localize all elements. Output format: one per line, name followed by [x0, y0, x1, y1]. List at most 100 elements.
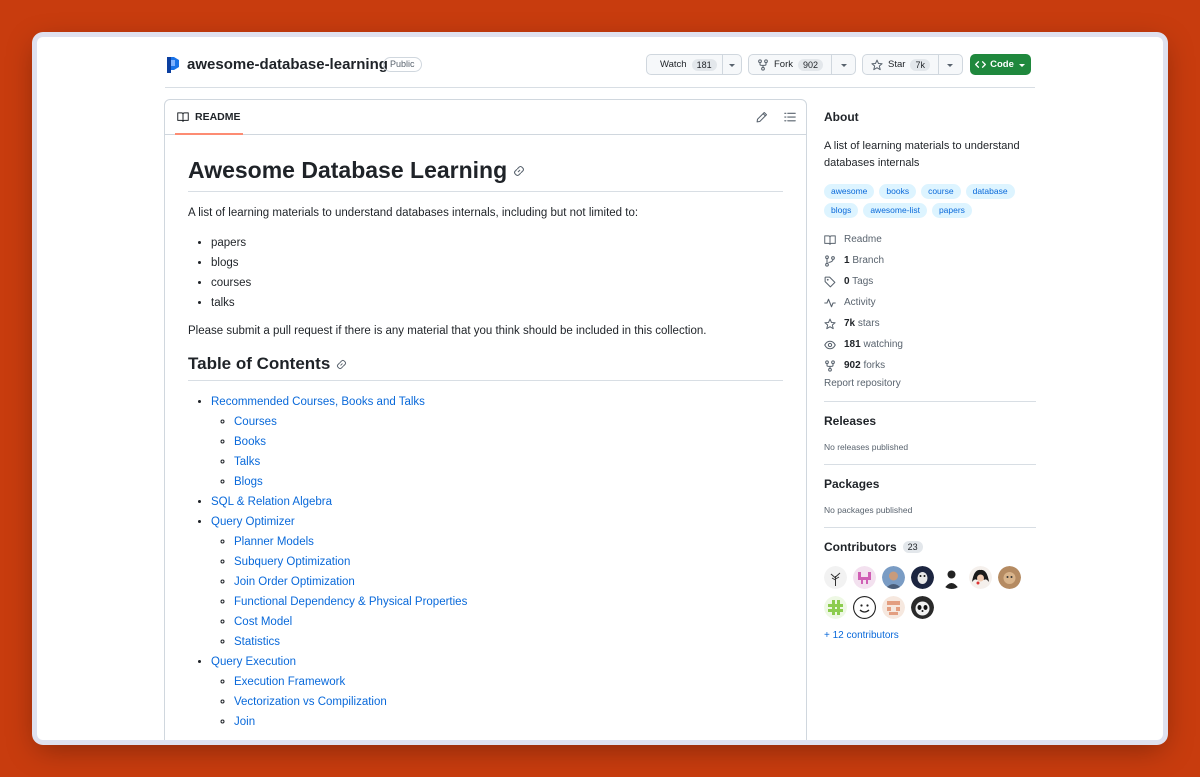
toc-subitem: Statistics: [234, 632, 783, 652]
caret-down-icon: [729, 63, 735, 67]
stat-value: 181: [844, 339, 861, 350]
toc-link[interactable]: Join: [234, 716, 255, 728]
toc-link[interactable]: Recommended Courses, Books and Talks: [211, 396, 425, 408]
stat-tags[interactable]: 0 Tags: [824, 271, 1036, 292]
divider: [824, 401, 1036, 402]
stat-watching[interactable]: 181 watching: [824, 334, 1036, 355]
book-icon: [824, 234, 836, 245]
star-button[interactable]: Star 7k: [862, 54, 963, 75]
code-button[interactable]: Code: [970, 54, 1031, 75]
stat-value: 902: [844, 360, 861, 371]
eye-icon: [824, 340, 836, 349]
stat-activity[interactable]: Activity: [824, 292, 1036, 313]
toc-link[interactable]: Vectorization vs Compilization: [234, 696, 387, 708]
avatar[interactable]: [911, 566, 934, 589]
toc-heading: Table of Contents: [188, 354, 783, 381]
caret-down-icon: [947, 63, 954, 67]
repo-logo-icon: [167, 57, 179, 73]
watch-button[interactable]: Watch 181: [646, 54, 742, 75]
readme-content: Awesome Database Learning A list of lear…: [188, 157, 783, 732]
toc-subitem: Functional Dependency & Physical Propert…: [234, 592, 783, 612]
readme-intro: A list of learning materials to understa…: [188, 207, 639, 219]
topic-tag[interactable]: awesome-list: [863, 203, 927, 218]
toc-link[interactable]: Cost Model: [234, 616, 292, 628]
list-item: courses: [211, 273, 783, 293]
star-icon: [871, 59, 883, 70]
topic-tag[interactable]: blogs: [824, 203, 859, 218]
report-repository-link[interactable]: Report repository: [824, 378, 1036, 389]
toc-item: SQL & Relation Algebra: [211, 492, 783, 512]
stat-forks[interactable]: 902 forks: [824, 355, 1036, 376]
avatar[interactable]: [911, 596, 934, 619]
toc-subitem: Vectorization vs Compilization: [234, 692, 783, 712]
browser-window: awesome-database-learning Public Watch 1…: [37, 37, 1163, 740]
topic-tag[interactable]: papers: [931, 203, 972, 218]
pencil-icon[interactable]: [756, 111, 768, 123]
releases-note: No releases published: [824, 442, 909, 452]
avatar[interactable]: [998, 566, 1021, 589]
stat-value: 0: [844, 276, 850, 287]
toc-link[interactable]: Courses: [234, 416, 277, 428]
topic-tag[interactable]: awesome: [824, 184, 875, 199]
list-item: talks: [211, 293, 783, 313]
submit-note: Please submit a pull request if there is…: [188, 325, 707, 337]
repo-stats: Readme 1 Branch 0 Tags Activity 7k stars…: [824, 229, 1036, 376]
tab-readme[interactable]: README: [175, 100, 243, 135]
topic-tag[interactable]: database: [965, 184, 1015, 199]
toc-link[interactable]: Planner Models: [234, 536, 314, 548]
avatar[interactable]: [882, 566, 905, 589]
avatar[interactable]: [824, 596, 847, 619]
readme-title: Awesome Database Learning: [188, 157, 783, 192]
stat-branches[interactable]: 1 Branch: [824, 250, 1036, 271]
repo-name-link[interactable]: awesome-database-learning: [187, 56, 388, 73]
toc-link[interactable]: Blogs: [234, 476, 263, 488]
toc-link[interactable]: Join Order Optimization: [234, 576, 355, 588]
toc-item: Query Execution Execution Framework Vect…: [211, 652, 783, 732]
contributors-heading[interactable]: Contributors 23: [824, 540, 1036, 554]
avatar[interactable]: [882, 596, 905, 619]
toc-link[interactable]: Functional Dependency & Physical Propert…: [234, 596, 467, 608]
avatar[interactable]: [940, 566, 963, 589]
more-contributors-link[interactable]: + 12 contributors: [824, 630, 1036, 641]
book-icon: [177, 111, 189, 122]
toc-link[interactable]: Query Execution: [211, 656, 296, 668]
avatar[interactable]: [824, 566, 847, 589]
watch-dropdown[interactable]: [723, 55, 741, 74]
visibility-badge: Public: [383, 57, 422, 72]
toc-link[interactable]: Subquery Optimization: [234, 556, 350, 568]
anchor-link-icon[interactable]: [336, 359, 347, 370]
stat-text: Readme: [844, 234, 882, 245]
fork-button[interactable]: Fork 902: [748, 54, 856, 75]
toc-link[interactable]: Statistics: [234, 636, 280, 648]
stat-stars[interactable]: 7k stars: [824, 313, 1036, 334]
toc-link[interactable]: Talks: [234, 456, 260, 468]
topic-tag[interactable]: course: [921, 184, 961, 199]
contributor-avatars: [824, 566, 1024, 619]
toc-subitem: Subquery Optimization: [234, 552, 783, 572]
toc-link[interactable]: Books: [234, 436, 266, 448]
packages-heading[interactable]: Packages: [824, 477, 1036, 491]
avatar[interactable]: [969, 566, 992, 589]
anchor-link-icon[interactable]: [513, 165, 525, 177]
topic-tag[interactable]: books: [879, 184, 917, 199]
toc-subitem: Planner Models: [234, 532, 783, 552]
stat-text: Activity: [844, 297, 876, 308]
branch-icon: [825, 254, 835, 267]
toc-heading-text: Table of Contents: [188, 354, 331, 373]
stat-readme[interactable]: Readme: [824, 229, 1036, 250]
star-dropdown[interactable]: [939, 55, 962, 74]
avatar[interactable]: [853, 596, 876, 619]
avatar[interactable]: [853, 566, 876, 589]
list-item: papers: [211, 233, 783, 253]
toc-link[interactable]: Query Optimizer: [211, 516, 295, 528]
toc-link[interactable]: Execution Framework: [234, 676, 345, 688]
releases-heading[interactable]: Releases: [824, 414, 1036, 428]
toc-item: Recommended Courses, Books and Talks Cou…: [211, 392, 783, 492]
readme-title-text: Awesome Database Learning: [188, 157, 508, 183]
toc-link[interactable]: SQL & Relation Algebra: [211, 496, 332, 508]
toc-item: Query Optimizer Planner Models Subquery …: [211, 512, 783, 652]
table-of-contents: Recommended Courses, Books and Talks Cou…: [188, 392, 783, 732]
fork-dropdown[interactable]: [832, 55, 855, 74]
outline-list-icon[interactable]: [784, 111, 796, 123]
repo-header: awesome-database-learning Public Watch 1…: [165, 37, 1035, 88]
